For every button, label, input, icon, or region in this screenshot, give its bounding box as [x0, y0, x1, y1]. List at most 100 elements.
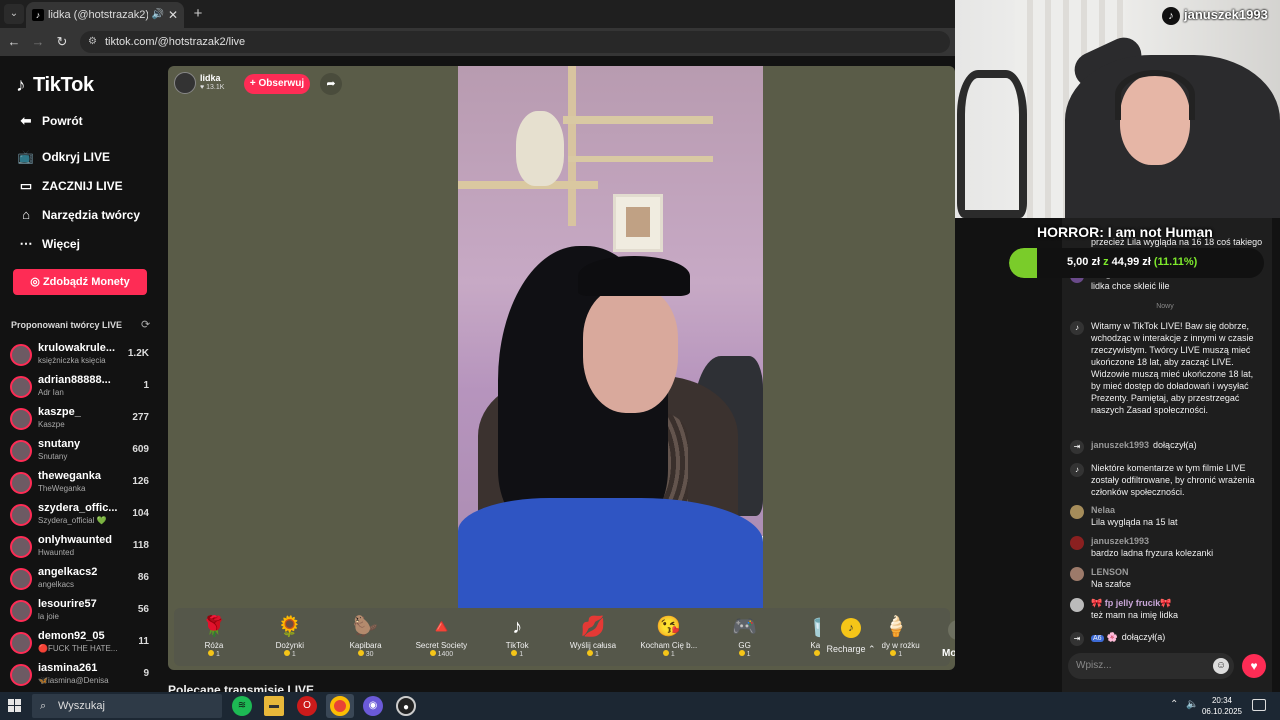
- reload-icon[interactable]: ↻: [52, 32, 72, 52]
- gift-item[interactable]: 🎮 GG 1: [709, 612, 781, 662]
- chrome-icon[interactable]: [330, 696, 350, 716]
- chat-username[interactable]: Nelaa: [1091, 504, 1115, 516]
- tray-chevron-icon[interactable]: ⌃: [1170, 699, 1178, 710]
- gift-item[interactable]: 💋 Wyślij całusa 1: [557, 612, 629, 662]
- creator-avatar[interactable]: [10, 664, 32, 686]
- browser-tab[interactable]: ♪ lidka (@hotstrazak2) prowa... 🔊 ✕: [26, 2, 184, 28]
- system-message: ♪ Niektóre komentarze w tym filmie LIVE …: [1070, 462, 1265, 500]
- creator-avatar[interactable]: [10, 440, 32, 462]
- nav-start-live[interactable]: ▭ ZACZNIJ LIVE: [16, 176, 123, 196]
- nav-more[interactable]: ⋯ Więcej: [16, 234, 80, 254]
- get-coins-button[interactable]: ◎ Zdobądź Monety: [13, 269, 147, 295]
- chat-input[interactable]: Wpisz...: [1068, 653, 1234, 679]
- nav-discover-live[interactable]: 📺 Odkryj LIVE: [16, 147, 110, 167]
- suggested-creator-row[interactable]: angelkacs2 angelkacs 86: [10, 566, 155, 594]
- discord-icon[interactable]: ◉: [363, 696, 383, 716]
- tiktok-logo[interactable]: ♪ TikTok: [16, 74, 94, 97]
- refresh-icon[interactable]: ⟳: [141, 318, 150, 331]
- suggested-creator-row[interactable]: szydera_offic... Szydera_official 💚 104: [10, 502, 155, 530]
- chat-username[interactable]: 🌸: [1107, 632, 1118, 642]
- speaker-icon[interactable]: 🔊: [152, 2, 164, 28]
- spotify-icon[interactable]: ≋: [232, 696, 252, 716]
- tiktok-icon: ♪: [1070, 321, 1084, 335]
- emoji-icon[interactable]: ☺: [1213, 658, 1229, 674]
- gift-item[interactable]: 🔺 Secret Society 1400: [405, 612, 477, 662]
- site-info-icon[interactable]: ⚙: [88, 31, 97, 53]
- back-arrow-icon[interactable]: ←: [4, 32, 24, 52]
- chat-username[interactable]: LENSON: [1091, 566, 1129, 578]
- new-tab-button[interactable]: +: [188, 4, 208, 24]
- creator-avatar[interactable]: [10, 408, 32, 430]
- gift-item[interactable]: 🌻 Dożynki 1: [254, 612, 326, 662]
- creator-avatar[interactable]: [10, 568, 32, 590]
- obs-icon[interactable]: ●: [396, 696, 416, 716]
- back-link[interactable]: ⬅ Powrót: [16, 111, 83, 131]
- user-avatar[interactable]: [1070, 536, 1084, 550]
- creator-name: iasmina261: [38, 662, 98, 674]
- system-message: ♪ Witamy w TikTok LIVE! Baw się dobrze, …: [1070, 320, 1265, 432]
- creator-avatar[interactable]: [10, 376, 32, 398]
- close-tab-icon[interactable]: ✕: [168, 2, 178, 28]
- taskbar-search[interactable]: ⌕ Wyszukaj: [32, 694, 222, 718]
- live-stage: lidka ♥ 13.1K + Obserwuj ➦ 🌹 Róża 1 🌻 Dożynk…: [168, 66, 955, 670]
- join-icon: ⇥: [1070, 632, 1084, 646]
- creator-avatar[interactable]: [10, 600, 32, 622]
- gift-name: Kocham Cię b...: [640, 641, 698, 650]
- gift-item[interactable]: 🌹 Róża 1: [178, 612, 250, 662]
- nav-creator-tools[interactable]: ⌂ Narzędzia twórcy: [16, 205, 140, 225]
- suggested-creator-row[interactable]: iasmina261 🦋iasmina@Denisa 9: [10, 662, 155, 690]
- goal-title: HORROR: I am not Human: [1037, 224, 1213, 240]
- suggested-creator-row[interactable]: snutany Snutany 609: [10, 438, 155, 466]
- notification-icon[interactable]: [1252, 699, 1266, 711]
- user-avatar[interactable]: [1070, 505, 1084, 519]
- chat-message: Nelaa Lila wygląda na 15 lat: [1070, 504, 1265, 530]
- gift-item[interactable]: 😘 Kocham Cię b... 1: [633, 612, 705, 662]
- coin-icon: [738, 650, 745, 656]
- video-shelf-post: [568, 66, 576, 226]
- viewer-count: 56: [137, 604, 149, 615]
- search-icon: ⌕: [40, 700, 47, 712]
- creator-avatar[interactable]: [10, 472, 32, 494]
- suggested-creator-row[interactable]: theweganka TheWeganka 126: [10, 470, 155, 498]
- chevron-up-icon[interactable]: ⌃: [948, 620, 955, 640]
- windows-start-icon[interactable]: [8, 699, 22, 713]
- more-gifts-button[interactable]: More: [942, 648, 955, 659]
- volume-icon[interactable]: 🔈: [1186, 699, 1198, 710]
- creator-nickname: angelkacs: [38, 580, 75, 589]
- creator-avatar[interactable]: [10, 632, 32, 654]
- creator-avatar[interactable]: [10, 344, 32, 366]
- chat-username[interactable]: 🎀 fp jelly frucik🎀: [1091, 597, 1171, 609]
- follow-button[interactable]: + Obserwuj: [244, 74, 310, 94]
- user-avatar[interactable]: [1070, 598, 1084, 612]
- gift-price: 1: [557, 650, 629, 658]
- back-arrow-icon: ⬅: [20, 113, 32, 128]
- host-avatar[interactable]: [174, 72, 196, 94]
- host-name[interactable]: lidka: [200, 73, 221, 83]
- address-bar[interactable]: ⚙ tiktok.com/@hotstrazak2/live: [80, 31, 950, 53]
- suggested-creator-row[interactable]: lesourire57 la joie 56: [10, 598, 155, 626]
- suggested-creator-row[interactable]: demon92_05 🔴FUCK THE HATE... 11: [10, 630, 155, 658]
- suggested-creator-row[interactable]: adrian88888... Adr Ian 1: [10, 374, 155, 402]
- gift-item[interactable]: ♪ TikTok 1: [481, 612, 553, 662]
- gift-item[interactable]: 🦫 Kapibara 30: [330, 612, 402, 662]
- video-blanket: [458, 498, 763, 608]
- like-heart-button[interactable]: ♥: [1242, 654, 1266, 678]
- share-icon[interactable]: ➦: [320, 73, 342, 95]
- gift-icon: 🔺: [428, 616, 454, 638]
- opera-icon[interactable]: O: [297, 696, 317, 716]
- creator-name: demon92_05: [38, 630, 105, 642]
- user-avatar[interactable]: [1070, 567, 1084, 581]
- suggested-creator-row[interactable]: kaszpe_ Kaszpe 277: [10, 406, 155, 434]
- creator-avatar[interactable]: [10, 504, 32, 526]
- creator-avatar[interactable]: [10, 536, 32, 558]
- chat-username[interactable]: januszek1993: [1091, 535, 1149, 547]
- taskbar-clock[interactable]: 20:34 06.10.2025: [1198, 695, 1246, 717]
- suggested-creator-row[interactable]: krulowakrule... księżniczka księcia 1.2K: [10, 342, 155, 370]
- file-explorer-icon[interactable]: ▬: [264, 696, 284, 716]
- tab-search-icon[interactable]: ⌄: [4, 4, 24, 24]
- live-video[interactable]: [458, 66, 763, 608]
- forward-arrow-icon[interactable]: →: [28, 32, 48, 52]
- recharge-button[interactable]: ♪ Recharge ⌃: [820, 608, 882, 664]
- chat-username[interactable]: januszek1993: [1091, 440, 1149, 450]
- suggested-creator-row[interactable]: onlyhwaunted Hwaunted 118: [10, 534, 155, 562]
